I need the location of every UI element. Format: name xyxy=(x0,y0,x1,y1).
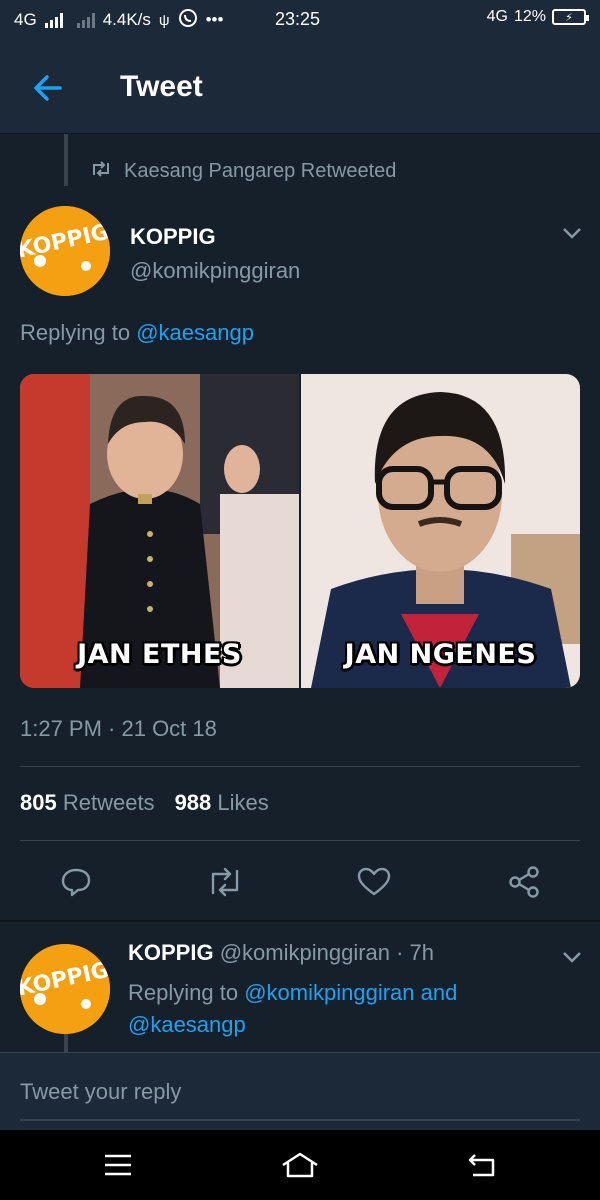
reply-replying-to-cont: @kaesangp xyxy=(128,1012,246,1038)
retweeted-by-label: Kaesang Pangarep Retweeted xyxy=(124,160,397,182)
network-type-right: 4G xyxy=(486,8,508,25)
menu-icon[interactable] xyxy=(98,1147,138,1183)
avatar[interactable]: KOPPIG xyxy=(20,206,110,296)
reply-avatar[interactable]: KOPPIG xyxy=(20,944,110,1034)
retweets-stat[interactable]: 805 Retweets xyxy=(20,790,155,816)
tweet-stats: 805 Retweets 988 Likes xyxy=(20,790,269,816)
divider xyxy=(20,766,580,767)
return-icon[interactable] xyxy=(462,1147,502,1183)
usb-icon: ψ xyxy=(158,11,170,29)
battery-icon: ⚡ xyxy=(552,9,589,25)
thread-line-top xyxy=(64,134,68,186)
network-speed: 4.4K/s xyxy=(102,10,151,29)
status-time: 23:25 xyxy=(275,9,321,29)
compose-bar xyxy=(0,1052,600,1130)
replying-prefix: Replying to xyxy=(20,320,131,345)
home-icon[interactable] xyxy=(280,1147,320,1183)
like-label: Likes xyxy=(217,790,269,815)
status-right: 4G 12% ⚡ xyxy=(486,8,589,26)
reply-author[interactable]: KOPPIG @komikpinggiran · 7h xyxy=(128,940,434,966)
reply-author-name: KOPPIG xyxy=(128,940,214,965)
signal-icon xyxy=(44,12,63,28)
retweet-label: Retweets xyxy=(62,790,155,815)
likes-stat[interactable]: 988 Likes xyxy=(175,790,269,816)
section-separator xyxy=(0,920,600,922)
thread-line-bottom xyxy=(64,1034,68,1052)
like-icon[interactable] xyxy=(354,862,394,902)
more-notifications-icon: ••• xyxy=(205,10,224,29)
retweet-small-icon xyxy=(90,160,112,183)
divider xyxy=(20,840,580,841)
chevron-down-icon[interactable] xyxy=(562,226,582,240)
reply-mention-link-1[interactable]: @komikpinggiran and xyxy=(244,980,457,1005)
tweet-media[interactable]: JAN ETHES JAN NGENES xyxy=(20,374,580,688)
media-caption-right: JAN NGENES xyxy=(344,639,537,670)
status-bar: 4G 4.4K/s ψ ••• 23:25 4G 12% ⚡ xyxy=(0,0,600,40)
signal-secondary-icon xyxy=(76,12,95,28)
status-left: 4G 4.4K/s ψ ••• xyxy=(14,8,223,33)
tweet-timestamp: 1:27 PM · 21 Oct 18 xyxy=(20,716,217,741)
system-nav-bar xyxy=(0,1130,600,1200)
network-type-left: 4G xyxy=(14,10,37,29)
reply-author-handle-time: @komikpinggiran · 7h xyxy=(219,940,435,965)
whatsapp-icon xyxy=(178,8,198,33)
top-app-bar: Tweet xyxy=(0,40,600,134)
battery-percent: 12% xyxy=(513,8,546,25)
retweet-context[interactable]: Kaesang Pangarep Retweeted xyxy=(90,160,396,183)
page-title: Tweet xyxy=(120,70,203,103)
media-left-image[interactable]: JAN ETHES xyxy=(20,374,299,688)
media-caption-left: JAN ETHES xyxy=(77,639,242,670)
author-name[interactable]: KOPPIG xyxy=(130,224,216,250)
reply-mention-link-2[interactable]: @kaesangp xyxy=(128,1012,246,1037)
media-right-image[interactable]: JAN NGENES xyxy=(301,374,580,688)
back-arrow-icon[interactable] xyxy=(30,70,66,106)
reply-replying-prefix: Replying to xyxy=(128,980,239,1005)
mention-link[interactable]: @kaesangp xyxy=(136,320,254,345)
retweet-count: 805 xyxy=(20,790,57,815)
like-count: 988 xyxy=(174,790,212,815)
retweet-icon[interactable] xyxy=(205,862,245,902)
share-icon[interactable] xyxy=(504,862,544,902)
input-underline xyxy=(20,1119,580,1121)
tweet-actions xyxy=(0,862,600,902)
reply-chevron-down-icon[interactable] xyxy=(562,950,582,964)
reply-replying-to: Replying to @komikpinggiran and xyxy=(128,980,457,1006)
reply-input[interactable] xyxy=(20,1075,580,1109)
author-handle[interactable]: @komikpinggiran xyxy=(130,258,300,284)
reply-icon[interactable] xyxy=(56,862,96,902)
replying-to: Replying to @kaesangp xyxy=(20,320,254,346)
